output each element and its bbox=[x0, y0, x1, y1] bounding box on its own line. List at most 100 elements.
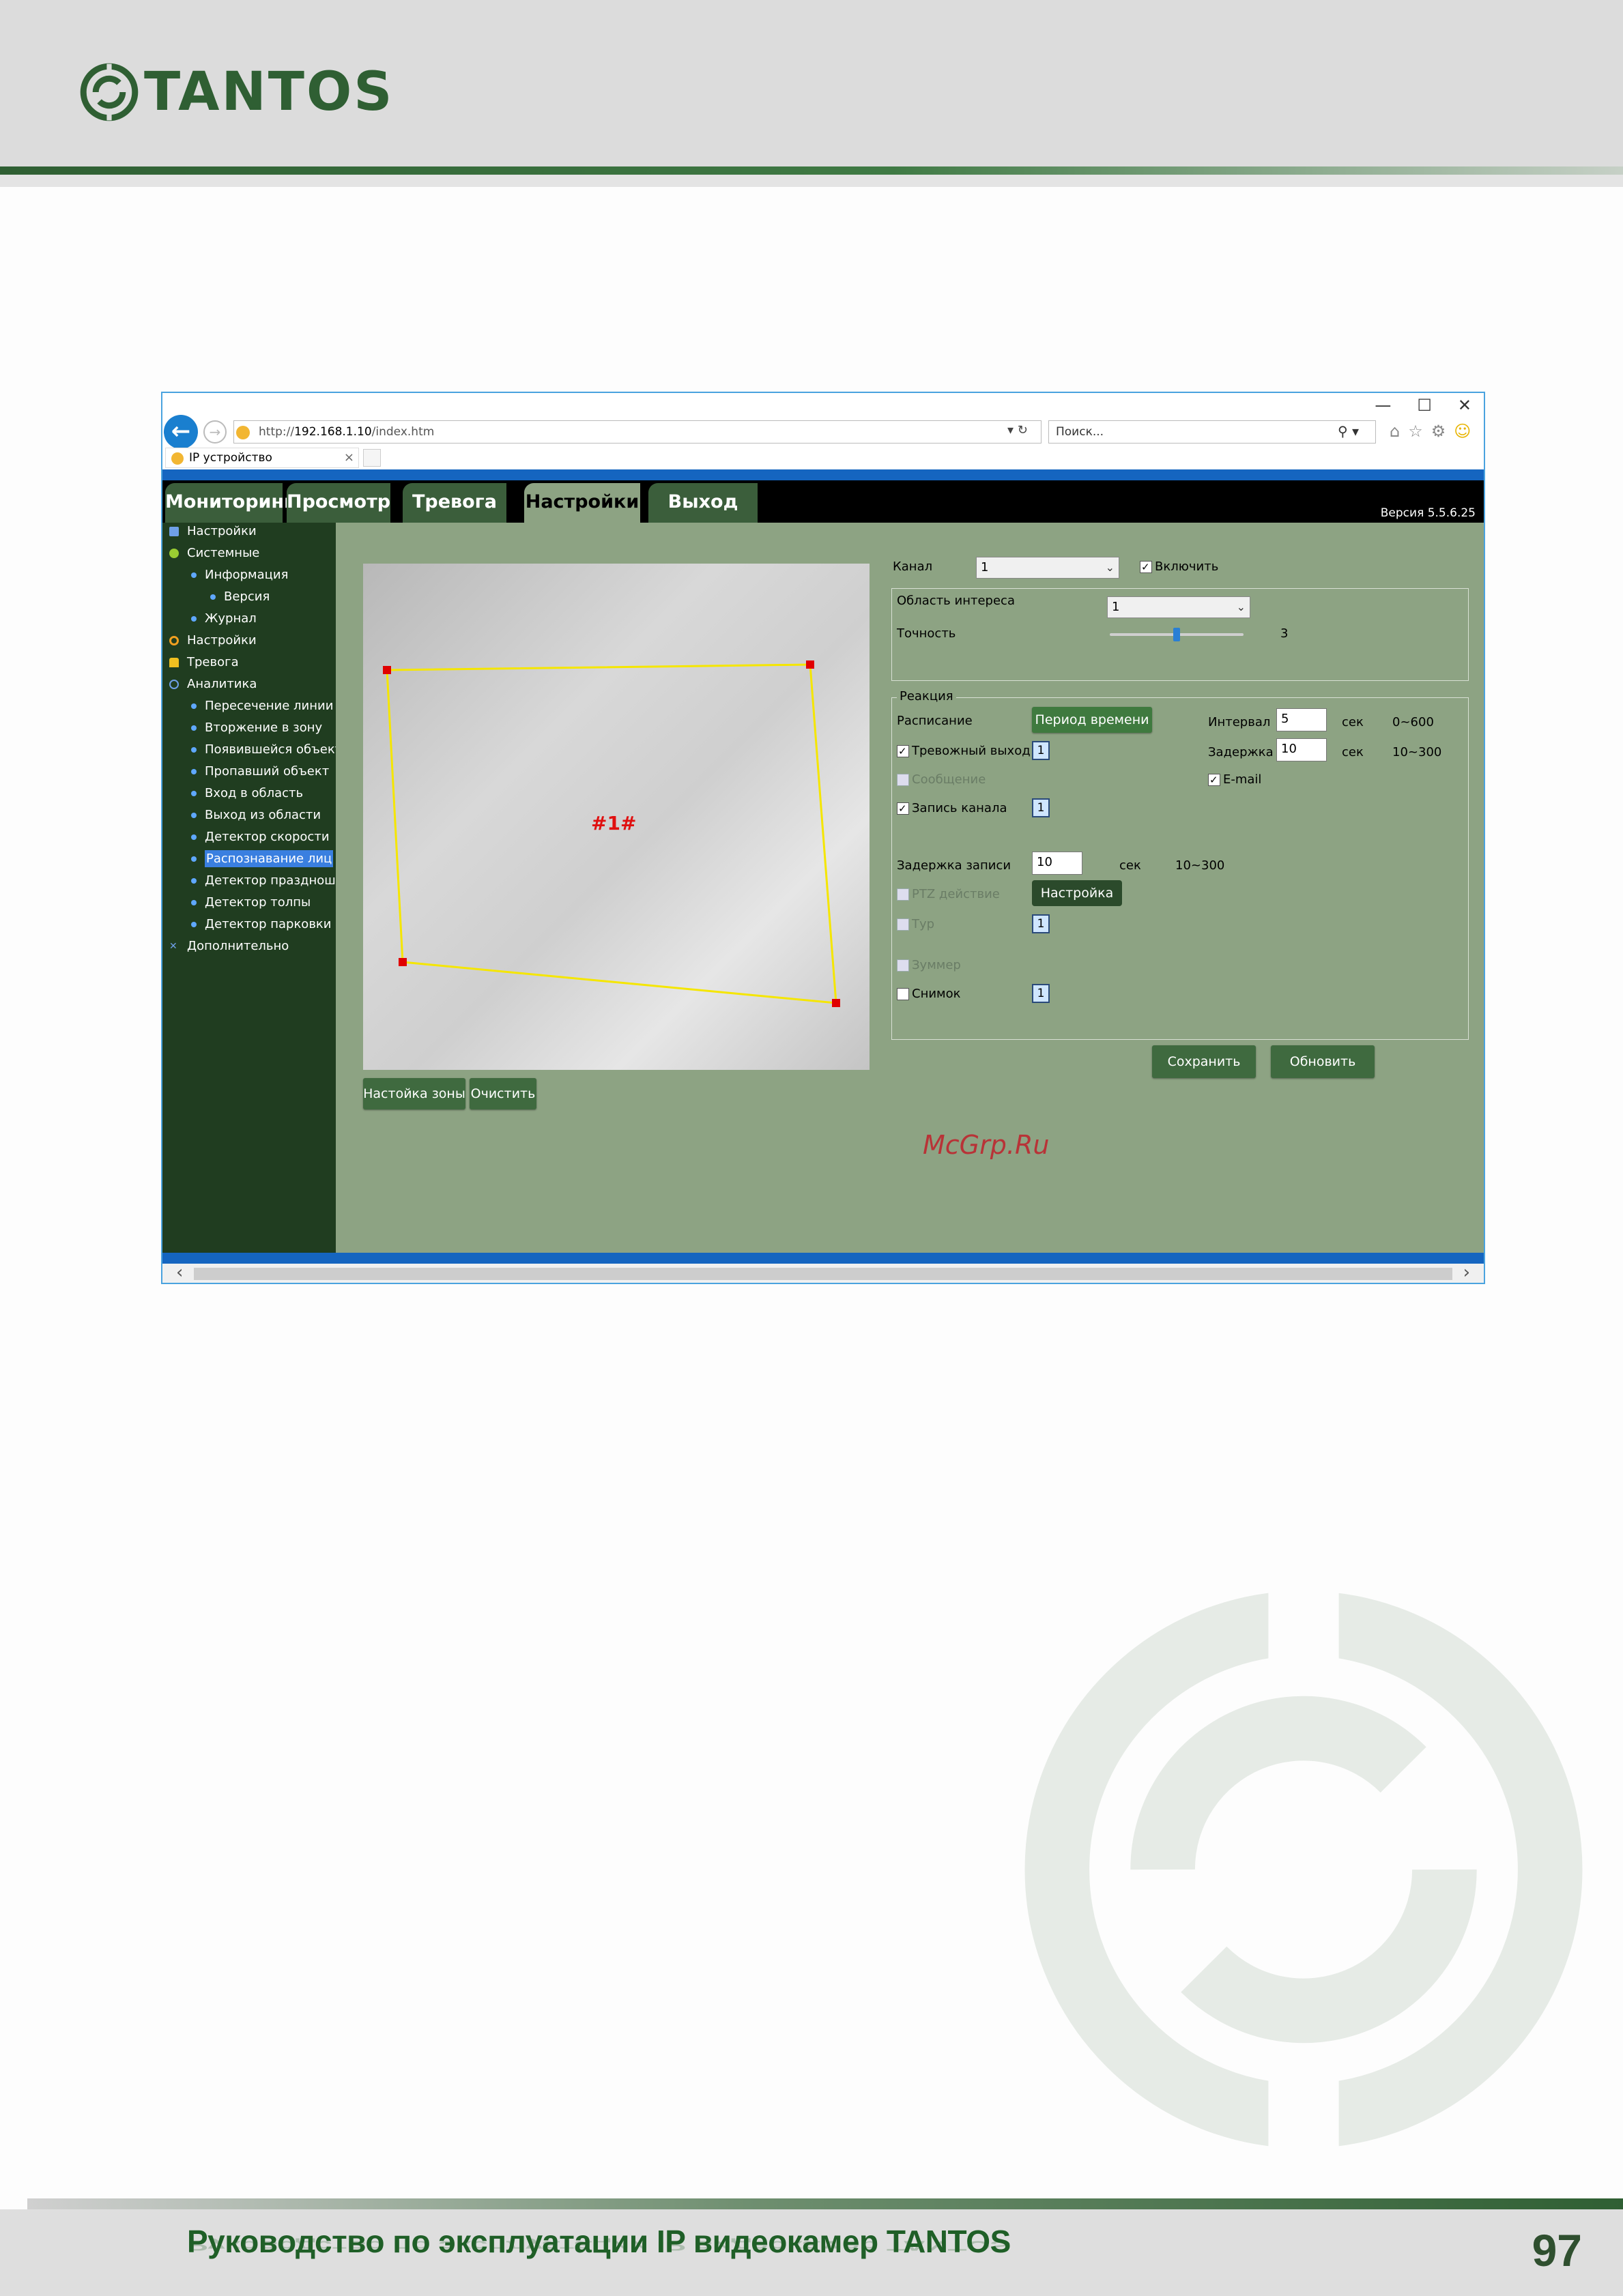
sidebar-item-settings-top[interactable]: Настройки bbox=[169, 524, 257, 538]
page-footer: Руководство по эксплуатации IP видеокаме… bbox=[0, 2209, 1623, 2296]
home-icon[interactable]: ⌂ bbox=[1390, 422, 1400, 441]
sidebar-item-advanced[interactable]: ✕ Дополнительно bbox=[169, 939, 289, 953]
sidebar-item-intrusion[interactable]: Вторжение в зону bbox=[191, 721, 322, 735]
delay-input[interactable]: 10 bbox=[1276, 738, 1327, 761]
tab-alarm[interactable]: Тревога bbox=[403, 483, 506, 523]
checkbox-checked[interactable] bbox=[1140, 561, 1152, 573]
enable-checkbox[interactable]: Включить bbox=[1140, 560, 1218, 574]
snapshot-number[interactable]: 1 bbox=[1032, 984, 1050, 1003]
refresh-button[interactable]: Обновить bbox=[1271, 1045, 1375, 1078]
scrollbar-thumb[interactable] bbox=[194, 1268, 1452, 1280]
accuracy-slider-thumb[interactable] bbox=[1173, 628, 1180, 641]
sidebar-item-speed[interactable]: Детектор скорости bbox=[191, 830, 330, 844]
sidebar-item-log[interactable]: Журнал bbox=[191, 611, 257, 626]
sidebar-item-loitering[interactable]: Детектор праздноша bbox=[191, 873, 343, 888]
zone-point[interactable] bbox=[399, 958, 407, 966]
channel-label: Канал bbox=[893, 560, 933, 574]
email-checkbox[interactable]: E-mail bbox=[1208, 772, 1261, 787]
page-number: 97 bbox=[1532, 2225, 1582, 2276]
sidebar-item-info[interactable]: Информация bbox=[191, 568, 288, 582]
channel-select[interactable]: 1 ⌄ bbox=[976, 557, 1119, 579]
checkbox-checked[interactable] bbox=[897, 745, 909, 757]
sidebar-item-area-exit[interactable]: Выход из области bbox=[191, 808, 321, 822]
chevron-right-icon[interactable]: › bbox=[1463, 1262, 1470, 1283]
snapshot-checkbox[interactable]: Снимок bbox=[897, 987, 961, 1001]
chevron-left-icon[interactable]: ‹ bbox=[176, 1262, 183, 1283]
record-delay-input[interactable]: 10 bbox=[1032, 852, 1082, 875]
maximize-icon[interactable]: ☐ bbox=[1417, 396, 1432, 415]
sidebar-item-line-crossing[interactable]: Пересечение линии bbox=[191, 699, 333, 713]
tools-icon: ✕ bbox=[169, 941, 177, 952]
forward-arrow-icon[interactable]: → bbox=[203, 420, 227, 444]
app-navigation: Мониторинг Просмотр Тревога Настройки Вы… bbox=[162, 480, 1484, 523]
horizontal-scrollbar[interactable]: ‹ › bbox=[162, 1262, 1484, 1283]
minimize-icon[interactable]: — bbox=[1375, 396, 1391, 415]
close-icon[interactable]: ✕ bbox=[1458, 396, 1471, 415]
back-arrow-icon[interactable]: ← bbox=[164, 415, 198, 449]
sidebar-item-settings[interactable]: Настройки bbox=[169, 633, 257, 648]
sidebar-item-alarm[interactable]: Тревога bbox=[169, 655, 239, 669]
checkbox-checked[interactable] bbox=[897, 802, 909, 815]
zone-label: #1# bbox=[591, 812, 637, 834]
tantos-logo: TANTOS bbox=[78, 61, 394, 123]
browser-tab[interactable]: IP устройство × bbox=[165, 448, 359, 468]
sidebar-item-crowd[interactable]: Детектор толпы bbox=[191, 895, 311, 910]
sidebar-item-version[interactable]: Версия bbox=[210, 590, 270, 604]
feedback-smiley-icon[interactable]: ☺ bbox=[1454, 422, 1471, 441]
gear-icon[interactable]: ⚙ bbox=[1431, 422, 1446, 441]
header-divider-light bbox=[0, 175, 1623, 187]
video-preview[interactable]: #1# bbox=[363, 564, 870, 1070]
record-channel-number[interactable]: 1 bbox=[1032, 798, 1050, 817]
chevron-down-icon: ⌄ bbox=[1105, 561, 1115, 574]
new-tab-icon[interactable] bbox=[363, 449, 381, 467]
search-input[interactable]: Поиск... bbox=[1048, 420, 1376, 444]
alarm-output-checkbox[interactable]: Тревожный выход bbox=[897, 744, 1031, 758]
checkbox-checked[interactable] bbox=[1208, 774, 1220, 786]
favorites-star-icon[interactable]: ☆ bbox=[1408, 422, 1423, 441]
save-button[interactable]: Сохранить bbox=[1152, 1045, 1256, 1078]
sidebar-item-object-appeared[interactable]: Появившейся объект bbox=[191, 742, 342, 757]
tour-number[interactable]: 1 bbox=[1032, 914, 1050, 933]
sidebar-item-system[interactable]: Системные bbox=[169, 546, 259, 560]
tantos-logo-icon bbox=[80, 63, 139, 121]
tab-settings[interactable]: Настройки bbox=[524, 483, 640, 523]
clear-button[interactable]: Очистить bbox=[470, 1078, 536, 1109]
sidebar-item-object-missing[interactable]: Пропавший объект bbox=[191, 764, 329, 779]
roi-select[interactable]: 1 ⌄ bbox=[1107, 596, 1250, 618]
tab-playback[interactable]: Просмотр bbox=[287, 483, 390, 523]
analytics-icon bbox=[169, 680, 179, 689]
ie-page-icon bbox=[236, 426, 250, 439]
search-icon[interactable]: ⚲ ▾ bbox=[1338, 423, 1359, 439]
interval-label: Интервал bbox=[1208, 715, 1271, 729]
record-delay-label: Задержка записи bbox=[897, 858, 1011, 873]
refresh-icon[interactable]: ▾ ↻ bbox=[1007, 423, 1028, 437]
browser-window: — ☐ ✕ ← → http://192.168.1.10/index.htm … bbox=[161, 392, 1485, 1284]
browser-tab-row: IP устройство × bbox=[162, 448, 1484, 468]
ptz-checkbox: PTZ действие bbox=[897, 887, 1000, 901]
zone-point[interactable] bbox=[806, 660, 814, 669]
tour-checkbox: Тур bbox=[897, 917, 934, 931]
tab-monitoring[interactable]: Мониторинг bbox=[165, 483, 293, 523]
sidebar-item-face-recognition[interactable]: Распознавание лиц bbox=[191, 850, 334, 867]
ptz-settings-button[interactable]: Настройка bbox=[1032, 880, 1122, 906]
sidebar-item-analytics[interactable]: Аналитика bbox=[169, 677, 257, 691]
record-channel-checkbox[interactable]: Запись канала bbox=[897, 801, 1007, 815]
system-icon bbox=[169, 549, 179, 558]
checkbox-unchecked[interactable] bbox=[897, 988, 909, 1000]
footer-title-reflection: Руководство по эксплуатации IP видеокаме… bbox=[187, 2238, 1011, 2254]
schedule-period-button[interactable]: Период времени bbox=[1032, 707, 1152, 733]
address-bar-row: ← → http://192.168.1.10/index.htm ▾ ↻ По… bbox=[162, 413, 1484, 449]
tab-exit[interactable]: Выход bbox=[648, 483, 758, 523]
zone-point[interactable] bbox=[383, 666, 391, 674]
alarm-output-number[interactable]: 1 bbox=[1032, 741, 1050, 760]
sidebar-item-parking[interactable]: Детектор парковки bbox=[191, 917, 332, 931]
tab-close-icon[interactable]: × bbox=[344, 448, 354, 467]
url-input[interactable]: http://192.168.1.10/index.htm bbox=[233, 420, 1042, 444]
content-panel: #1# Настойка зоны Очистить Канал 1⌄ Вклю… bbox=[336, 523, 1484, 1253]
sidebar-item-area-enter[interactable]: Вход в область bbox=[191, 786, 303, 800]
chevron-down-icon: ⌄ bbox=[1236, 600, 1246, 613]
zone-point[interactable] bbox=[832, 999, 840, 1007]
zone-setup-button[interactable]: Настойка зоны bbox=[363, 1078, 465, 1109]
interval-input[interactable]: 5 bbox=[1276, 708, 1327, 731]
schedule-label: Расписание bbox=[897, 714, 973, 728]
